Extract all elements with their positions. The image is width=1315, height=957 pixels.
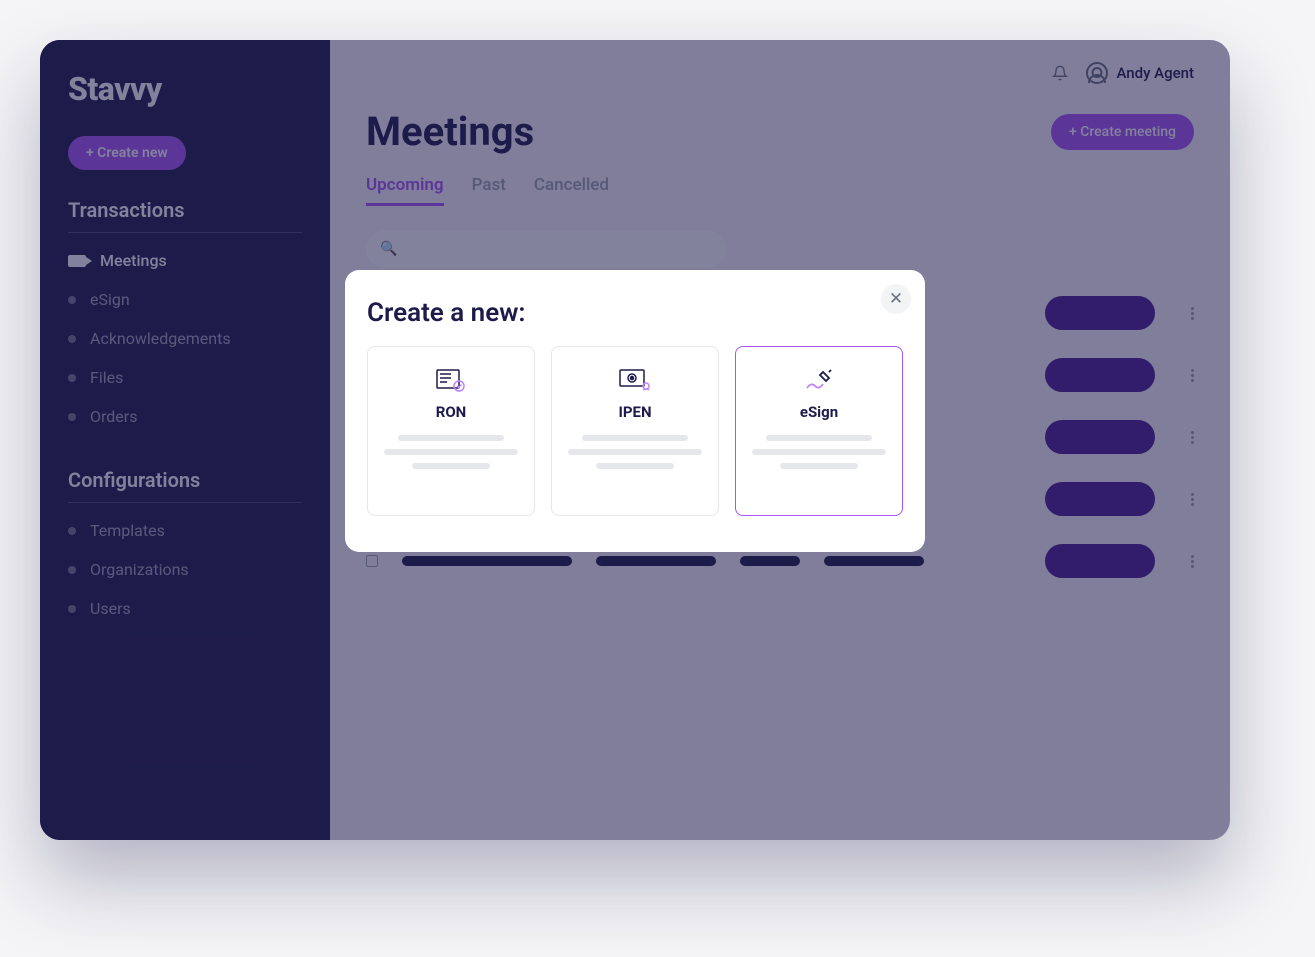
app-window: Stavvy + Create new Transactions Meeting…	[40, 40, 1230, 840]
placeholder-lines	[748, 435, 890, 469]
ipen-icon	[617, 367, 653, 393]
option-cards: RON IPEN	[367, 346, 903, 516]
placeholder-lines	[380, 435, 522, 469]
card-title: IPEN	[618, 403, 651, 421]
modal-title: Create a new:	[367, 298, 903, 328]
ron-icon	[433, 367, 469, 393]
close-button[interactable]: ✕	[881, 284, 911, 314]
esign-icon	[801, 367, 837, 393]
card-title: RON	[436, 403, 467, 421]
close-icon: ✕	[889, 289, 903, 309]
card-title: eSign	[800, 403, 838, 421]
modal-overlay[interactable]: ✕ Create a new: RON IPEN	[40, 40, 1230, 840]
option-card-ron[interactable]: RON	[367, 346, 535, 516]
placeholder-lines	[564, 435, 706, 469]
create-new-modal: ✕ Create a new: RON IPEN	[345, 270, 925, 552]
option-card-esign[interactable]: eSign	[735, 346, 903, 516]
option-card-ipen[interactable]: IPEN	[551, 346, 719, 516]
